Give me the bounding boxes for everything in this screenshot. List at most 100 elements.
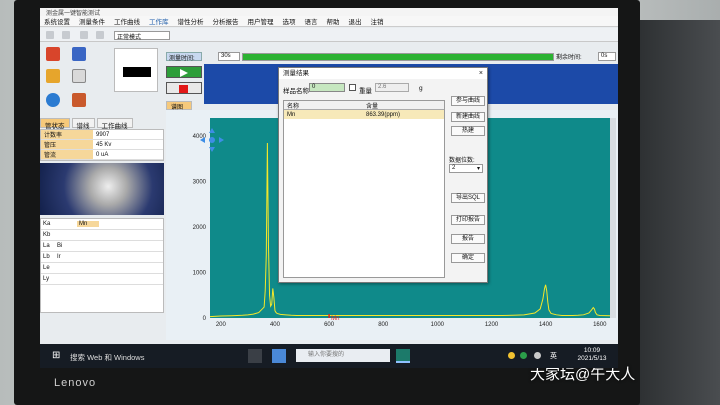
app-spectrum-icon[interactable] <box>396 349 410 363</box>
element-cell: Le <box>43 265 50 271</box>
element-cell: Bi <box>57 243 63 249</box>
remain-time-label: 剩余时间: <box>556 55 582 61</box>
y-tick-label: 2000 <box>193 225 207 231</box>
menu-item[interactable]: 工作库 <box>149 16 169 26</box>
measure-time-label: 测量时间: <box>166 52 202 62</box>
x-tick-label: 1400 <box>539 322 553 328</box>
dialog-title-text: 测量结果 <box>283 70 309 77</box>
refresh-icon[interactable] <box>96 31 104 39</box>
property-value: 45 Kv <box>96 141 112 148</box>
grid-icon[interactable] <box>72 47 86 61</box>
browser-icon[interactable] <box>272 349 286 363</box>
element-cell: Ir <box>57 254 61 260</box>
spectrum-tab[interactable]: 谱图 <box>166 101 192 111</box>
gear-icon[interactable] <box>46 47 60 61</box>
remain-time-value: 0s <box>598 52 616 61</box>
warning-icon[interactable] <box>508 352 515 359</box>
menu-item[interactable]: 测量条件 <box>79 16 105 26</box>
weight-input[interactable]: 2.6 <box>375 83 409 92</box>
clock-date: 2021/5/13 <box>577 355 607 362</box>
report-icon[interactable] <box>72 93 86 107</box>
x-tick-label: 400 <box>270 322 281 328</box>
stop-button[interactable] <box>166 82 202 94</box>
chevron-down-icon: ▾ <box>476 166 480 172</box>
x-tick-label: 800 <box>378 322 389 328</box>
save-tag-button[interactable]: 热建 <box>451 126 485 136</box>
property-grid: 计数率 9907 管压 45 Kv 管流 0 uA <box>40 129 164 161</box>
printer-icon[interactable] <box>80 31 88 39</box>
x-tick-label: 600 <box>324 322 335 328</box>
home-icon[interactable] <box>46 31 54 39</box>
taskbar-input[interactable]: 输入你要搜的 <box>296 349 390 362</box>
property-name: 计数率 <box>41 130 93 139</box>
pan-arrows-icon[interactable] <box>200 128 224 152</box>
menu-item[interactable]: 用户管理 <box>248 16 274 26</box>
marker-label: Mn <box>331 316 339 322</box>
tab-spectral-lines[interactable]: 谱线 <box>71 118 95 130</box>
left-tabs: 管状态 谱线 工作曲线 <box>40 118 164 130</box>
menu-item[interactable]: 退出 <box>349 16 362 26</box>
export-sql-button[interactable]: 导出SQL <box>451 193 485 203</box>
calculator-icon[interactable] <box>46 69 60 83</box>
y-tick-label: 3000 <box>193 180 207 186</box>
digits-value: 2 <box>452 165 456 171</box>
ok-button[interactable]: 确定 <box>451 253 485 263</box>
weight-checkbox[interactable] <box>349 84 356 91</box>
element-cell: Ka <box>43 221 51 227</box>
digits-label: 数据位数: <box>449 158 475 164</box>
x-tick-label: 1200 <box>485 322 499 328</box>
menu-item[interactable]: 系统设置 <box>44 16 70 26</box>
measure-progress <box>242 53 554 61</box>
menu-item[interactable]: 选项 <box>283 16 296 26</box>
table-row[interactable]: Mn 863.39(ppm) <box>284 110 444 119</box>
measure-time-value: 30s <box>218 52 240 61</box>
close-icon[interactable]: × <box>479 68 483 79</box>
element-row[interactable]: Kb <box>41 230 163 241</box>
weight-unit: g <box>419 85 423 92</box>
result-table: 名称 含量 Mn 863.39(ppm) <box>283 100 445 278</box>
cloud-icon[interactable] <box>62 31 70 39</box>
status-icon[interactable] <box>520 352 527 359</box>
report-button[interactable]: 报告 <box>451 234 485 244</box>
ime-indicator[interactable]: 英 <box>550 351 557 361</box>
property-value: 0 uA <box>96 151 109 158</box>
dialog-title: 测量结果 × <box>279 68 487 79</box>
column-name: 名称 <box>287 103 300 110</box>
sample-name-input[interactable]: 0 <box>309 83 345 92</box>
result-table-header: 名称 含量 <box>284 101 444 110</box>
toolbar: 正常模式 <box>40 28 618 42</box>
windows-icon[interactable]: ⊞ <box>52 351 62 361</box>
element-row[interactable]: Ka Mn <box>41 219 163 230</box>
task-view-icon[interactable] <box>248 349 262 363</box>
digits-select[interactable]: 2 ▾ <box>449 164 483 173</box>
mode-select[interactable]: 正常模式 <box>114 31 170 41</box>
clock[interactable]: 10:09 2021/5/13 <box>572 347 612 363</box>
result-content: 863.39(ppm) <box>366 111 401 118</box>
element-row[interactable]: Lb Ir <box>41 252 163 263</box>
y-tick-label: 1000 <box>193 271 207 277</box>
menu-item[interactable]: 谱性分析 <box>178 16 204 26</box>
element-cell: Kb <box>43 232 51 238</box>
menu-item[interactable]: 分析报告 <box>213 16 239 26</box>
element-cell: Mn <box>77 221 99 227</box>
menu-item[interactable]: 注销 <box>371 16 384 26</box>
sample-name-label: 样品名称 <box>283 88 309 95</box>
menu-item[interactable]: 工作曲线 <box>114 16 140 26</box>
tab-tube-status[interactable]: 管状态 <box>40 118 70 130</box>
clock-icon[interactable] <box>46 93 60 107</box>
speaker-icon[interactable] <box>534 352 541 359</box>
taskbar-search[interactable]: 搜索 Web 和 Windows <box>70 352 144 363</box>
new-curve-button[interactable]: 新建曲线 <box>451 112 485 122</box>
element-row[interactable]: Ly <box>41 274 163 285</box>
menu-item[interactable]: 帮助 <box>327 16 340 26</box>
document-icon[interactable] <box>72 69 86 83</box>
menu-item[interactable]: 语言 <box>305 16 318 26</box>
property-row: 计数率 9907 <box>41 130 163 140</box>
tab-work-curve[interactable]: 工作曲线 <box>96 118 133 130</box>
element-row[interactable]: La Bi <box>41 241 163 252</box>
print-report-button[interactable]: 打印报告 <box>451 215 485 225</box>
element-row[interactable]: Le <box>41 263 163 274</box>
taskbar: ⊞ 搜索 Web 和 Windows 输入你要搜的 英 10:09 2021/5/… <box>40 344 618 368</box>
ref-curve-button[interactable]: 参与曲线 <box>451 96 485 106</box>
start-button[interactable] <box>166 66 202 78</box>
